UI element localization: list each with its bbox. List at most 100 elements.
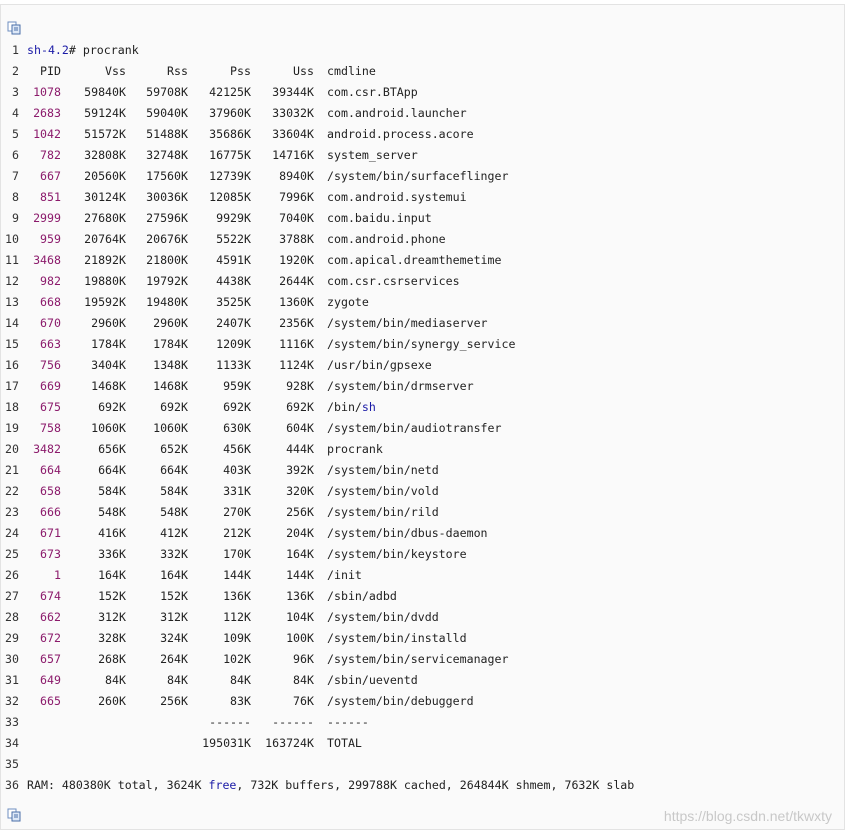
cell-rss: 1348K (153, 358, 188, 372)
column-header: Pss (230, 64, 251, 78)
cell-vss: 51572K (84, 127, 126, 141)
line-number: 23 (5, 505, 19, 519)
cell-pid: 2683 (33, 106, 61, 120)
cell-rss: 32748K (146, 148, 188, 162)
total-label: TOTAL (327, 736, 362, 750)
cmdline-text: /system/bin/surfaceflinger (327, 169, 509, 183)
cell-cmdline: system_server (327, 145, 418, 166)
cell-pid: 674 (40, 589, 61, 603)
cmdline-text: /usr/bin/gpsexe (327, 358, 432, 372)
cell-pss: 37960K (209, 106, 251, 120)
cell-rss: 256K (160, 694, 188, 708)
ram-keyword: free (208, 778, 237, 792)
copy-icon[interactable] (7, 808, 21, 822)
cell-pss: 331K (223, 484, 251, 498)
cell-pss: 83K (230, 694, 251, 708)
column-header: Uss (293, 64, 314, 78)
cell-vss: 1060K (91, 421, 126, 435)
cmdline-text: /init (327, 568, 362, 582)
line-number: 2 (12, 64, 19, 78)
cell-uss: 256K (286, 505, 314, 519)
code-line: 27 674 152K 152K 136K 136K/sbin/adbd (1, 586, 844, 607)
cell-uss: 2356K (279, 316, 314, 330)
code-line: 30 657 268K 264K 102K 96K/system/bin/servicem… (1, 649, 844, 670)
column-header: Vss (105, 64, 126, 78)
code-line: 9 2999 27680K 27596K 9929K 7040K com.baidu.inp… (1, 208, 844, 229)
code-line: 12 982 19880K 19792K 4438K 2644K com.csr.csrse… (1, 271, 844, 292)
code-line: 17 669 1468K 1468K 959K 928K/system/bin/drmse… (1, 376, 844, 397)
line-number: 16 (5, 358, 19, 372)
cell-uss: 7040K (279, 211, 314, 225)
cell-pid: 673 (40, 547, 61, 561)
cell-uss: 96K (293, 652, 314, 666)
cell-uss: 144K (286, 568, 314, 582)
cell-pss: 212K (223, 526, 251, 540)
code-line: 3 1078 59840K 59708K 42125K 39344K com.csr.BTA… (1, 82, 844, 103)
cell-pss: 35686K (209, 127, 251, 141)
cell-pid: 1 (54, 568, 61, 582)
cell-uss: 7996K (279, 190, 314, 204)
line-number: 17 (5, 379, 19, 393)
cell-cmdline: /system/bin/servicemanager (327, 649, 508, 670)
cell-uss: 1116K (279, 337, 314, 351)
cell-vss: 32808K (84, 148, 126, 162)
code-line: 19 758 1060K 1060K 630K 604K/system/bin/audio… (1, 418, 844, 439)
cmdline-text: /system/bin/audiotransfer (327, 421, 502, 435)
line-number: 15 (5, 337, 19, 351)
cell-uss: 104K (286, 610, 314, 624)
code-line: 36 RAM: 480380K total, 3624K free, 732K b… (1, 775, 844, 796)
separator: ------ (327, 715, 369, 729)
cell-vss: 584K (98, 484, 126, 498)
cell-cmdline: /system/bin/debuggerd (327, 691, 474, 712)
cell-vss: 2960K (91, 316, 126, 330)
cell-vss: 416K (98, 526, 126, 540)
cell-vss: 664K (98, 463, 126, 477)
cell-pid: 756 (40, 358, 61, 372)
cell-pss: 102K (223, 652, 251, 666)
code-line: 20 3482 656K 652K 456K 444K procrank (1, 439, 844, 460)
cmdline-text: /system/bin/synergy_service (327, 337, 516, 351)
cell-cmdline: /sbin/adbd (327, 586, 397, 607)
cell-rss: 332K (160, 547, 188, 561)
cell-pss: 12085K (209, 190, 251, 204)
line-number: 5 (12, 127, 19, 141)
cmdline-text: /system/bin/dbus-daemon (327, 526, 488, 540)
cell-vss: 19880K (84, 274, 126, 288)
copy-icon[interactable] (7, 21, 21, 35)
cell-uss: 164K (286, 547, 314, 561)
line-number: 31 (5, 673, 19, 687)
cell-cmdline: com.baidu.input (327, 208, 432, 229)
cell-vss: 312K (98, 610, 126, 624)
cell-uss: 392K (286, 463, 314, 477)
line-number: 25 (5, 547, 19, 561)
cell-vss: 30124K (84, 190, 126, 204)
cmdline-text: com.apical.dreamthemetime (327, 253, 502, 267)
cell-uss: 76K (293, 694, 314, 708)
code-block: 1 sh-4.2# procrank 2 PID Vss Rss Pss Uss cmdline… (0, 4, 845, 830)
cell-uss: 204K (286, 526, 314, 540)
cell-vss: 27680K (84, 211, 126, 225)
cmdline-text: /system/bin/drmserver (327, 379, 474, 393)
cell-cmdline: /system/bin/vold (327, 481, 439, 502)
cell-rss: 84K (167, 673, 188, 687)
cell-uss: 33604K (272, 127, 314, 141)
cell-pid: 671 (40, 526, 61, 540)
cell-cmdline: com.android.launcher (327, 103, 467, 124)
ram-summary: RAM: 480380K total, 3624K free, 732K buf… (27, 775, 634, 796)
cmdline-text: /system/bin/mediaserver (327, 316, 488, 330)
column-header: cmdline (327, 64, 376, 78)
column-header: PID (40, 64, 61, 78)
cmdline-text: /system/bin/keystore (327, 547, 467, 561)
cell-uss: 1360K (279, 295, 314, 309)
cell-vss: 1784K (91, 337, 126, 351)
cell-pid: 782 (40, 148, 61, 162)
cell-uss: 33032K (272, 106, 314, 120)
cell-vss: 548K (98, 505, 126, 519)
line-number: 24 (5, 526, 19, 540)
cell-rss: 312K (160, 610, 188, 624)
cell-rss: 548K (160, 505, 188, 519)
line-number: 20 (5, 442, 19, 456)
cell-rss: 692K (160, 400, 188, 414)
cell-pid: 667 (40, 169, 61, 183)
code-line: 23 666 548K 548K 270K 256K/system/bin/rild (1, 502, 844, 523)
